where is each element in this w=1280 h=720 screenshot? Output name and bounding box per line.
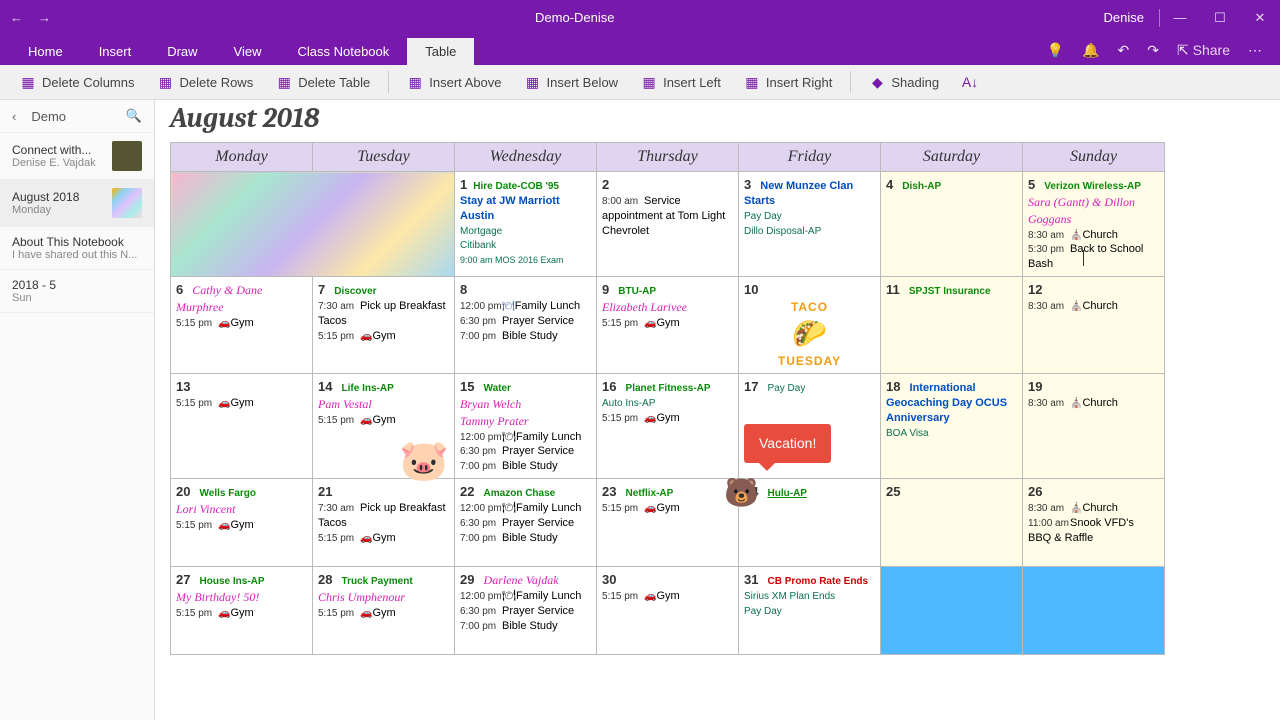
delete-table-button[interactable]: ▦Delete Table [266, 70, 380, 94]
page-content[interactable]: August 2018 Monday Tuesday Wednesday Thu… [155, 100, 1280, 720]
cell-14[interactable]: 14 Life Ins-AP Pam Vestal 5:15 pm🚗Gym 🐷 [313, 374, 455, 479]
more-button[interactable]: ⋯ [1248, 42, 1262, 59]
cell-13[interactable]: 13 5:15 pm🚗Gym [171, 374, 313, 479]
document-title: Demo-Denise [61, 10, 1089, 25]
back-arrow[interactable]: ← [10, 10, 23, 25]
cell-9[interactable]: 9 BTU-AP Elizabeth Larivee 5:15 pm🚗Gym [597, 277, 739, 374]
cell-26[interactable]: 26 8:30 am⛪Church 11:00 amSnook VFD's BB… [1023, 479, 1165, 567]
titlebar: ← → Demo-Denise Denise — ☐ ✕ [0, 0, 1280, 35]
cell-25[interactable]: 25 [881, 479, 1023, 567]
sidebar-back-icon[interactable]: ‹ [12, 109, 16, 124]
cell-3[interactable]: 3 New Munzee Clan Starts Pay Day Dillo D… [739, 172, 881, 277]
ribbon-tabs: Home Insert Draw View Class Notebook Tab… [0, 35, 1280, 65]
week-row[interactable]: 13 5:15 pm🚗Gym 14 Life Ins-AP Pam Vestal… [171, 374, 1165, 479]
calendar-table[interactable]: Monday Tuesday Wednesday Thursday Friday… [170, 142, 1165, 655]
tab-draw[interactable]: Draw [149, 38, 215, 65]
week-row[interactable]: 6 Cathy & Dane Murphree 5:15 pm🚗Gym 7 Di… [171, 277, 1165, 374]
cell-8[interactable]: 8 12:00 pm🍽Family Lunch 6:30 pmPrayer Se… [455, 277, 597, 374]
redo-button[interactable]: ↷ [1147, 42, 1159, 59]
bear-icon: 🐻 [724, 474, 759, 512]
cell-18[interactable]: 18 International Geocaching Day OCUS Ann… [881, 374, 1023, 479]
insert-right-button[interactable]: ▦Insert Right [734, 70, 842, 94]
notifications-icon[interactable]: 🔔 [1082, 42, 1099, 59]
cell-12[interactable]: 12 8:30 am⛪Church [1023, 277, 1165, 374]
cell-19[interactable]: 19 8:30 am⛪Church [1023, 374, 1165, 479]
cell-17[interactable]: 17 Pay Day Vacation! [739, 374, 881, 479]
cell-10[interactable]: 10 TACO 🌮 TUESDAY [739, 277, 881, 374]
cell-30[interactable]: 30 5:15 pm🚗Gym [597, 567, 739, 655]
cell-7[interactable]: 7 Discover 7:30 amPick up Breakfast Taco… [313, 277, 455, 374]
cell-16[interactable]: 16 Planet Fitness-AP Auto Ins-AP 5:15 pm… [597, 374, 739, 479]
cell-5[interactable]: 5 Verizon Wireless-AP Sara (Gantt) & Dil… [1023, 172, 1165, 277]
tab-table[interactable]: Table [407, 38, 474, 65]
week-row[interactable]: 1Hire Date-COB '95 Stay at JW Marriott A… [171, 172, 1165, 277]
undo-button[interactable]: ↶ [1118, 42, 1130, 59]
cell-28[interactable]: 28 Truck Payment Chris Umphenour 5:15 pm… [313, 567, 455, 655]
tab-insert[interactable]: Insert [81, 38, 150, 65]
cell-21[interactable]: 21 7:30 amPick up Breakfast Tacos 5:15 p… [313, 479, 455, 567]
page-title[interactable]: August 2018 [170, 100, 1265, 142]
col-tue: Tuesday [313, 143, 455, 172]
cell-11[interactable]: 11 SPJST Insurance [881, 277, 1023, 374]
taco-icon: 🌮 [744, 315, 875, 353]
sidebar-item-about[interactable]: About This NotebookI have shared out thi… [0, 227, 154, 270]
text-cursor [1083, 250, 1084, 266]
close-button[interactable]: ✕ [1240, 10, 1280, 26]
col-sun: Sunday [1023, 143, 1165, 172]
col-wed: Wednesday [455, 143, 597, 172]
cell-blank-sun[interactable] [1023, 567, 1165, 655]
shading-button[interactable]: ◆Shading [859, 70, 949, 94]
sidebar: ‹ Demo 🔍 Connect with...Denise E. Vajdak… [0, 100, 155, 720]
tellme-icon[interactable]: 💡 [1047, 42, 1064, 59]
insert-below-button[interactable]: ▦Insert Below [515, 70, 629, 94]
search-icon[interactable]: 🔍 [126, 108, 142, 124]
cell-2[interactable]: 2 8:00 amService appointment at Tom Ligh… [597, 172, 739, 277]
cell-blank-sat[interactable] [881, 567, 1023, 655]
toolbar: ▦Delete Columns ▦Delete Rows ▦Delete Tab… [0, 65, 1280, 100]
tab-home[interactable]: Home [10, 38, 81, 65]
cell-24[interactable]: 🐻 24 Hulu-AP [739, 479, 881, 567]
col-fri: Friday [739, 143, 881, 172]
user-label[interactable]: Denise [1089, 10, 1159, 25]
col-mon: Monday [171, 143, 313, 172]
sidebar-search-label: Demo [31, 109, 125, 124]
pig-icon: 🐷 [399, 434, 449, 488]
sort-button[interactable]: A↓ [952, 70, 988, 94]
cell-blank[interactable] [171, 172, 455, 277]
avatar-thumb [112, 141, 142, 171]
sidebar-item-august[interactable]: August 2018Monday [0, 180, 154, 227]
share-button[interactable]: ⇱ Share [1177, 42, 1230, 59]
cell-31[interactable]: 31 CB Promo Rate Ends Sirius XM Plan End… [739, 567, 881, 655]
col-sat: Saturday [881, 143, 1023, 172]
cell-23[interactable]: 23 Netflix-AP 5:15 pm🚗Gym [597, 479, 739, 567]
sidebar-item-connect[interactable]: Connect with...Denise E. Vajdak [0, 133, 154, 180]
cell-1[interactable]: 1Hire Date-COB '95 Stay at JW Marriott A… [455, 172, 597, 277]
cell-22[interactable]: 22 Amazon Chase 12:00 pm🍽Family Lunch 6:… [455, 479, 597, 567]
cell-29[interactable]: 29 Darlene Vajdak 12:00 pm🍽Family Lunch … [455, 567, 597, 655]
delete-rows-button[interactable]: ▦Delete Rows [148, 70, 264, 94]
col-thu: Thursday [597, 143, 739, 172]
week-row[interactable]: 27 House Ins-AP My Birthday! 50! 5:15 pm… [171, 567, 1165, 655]
minimize-button[interactable]: — [1160, 10, 1200, 26]
sidebar-item-2018-5[interactable]: 2018 - 5Sun [0, 270, 154, 313]
cell-15[interactable]: 15 Water Bryan Welch Tammy Prater 12:00 … [455, 374, 597, 479]
maximize-button[interactable]: ☐ [1200, 10, 1240, 26]
cell-27[interactable]: 27 House Ins-AP My Birthday! 50! 5:15 pm… [171, 567, 313, 655]
insert-above-button[interactable]: ▦Insert Above [397, 70, 511, 94]
week-row[interactable]: 20 Wells Fargo Lori Vincent 5:15 pm🚗Gym … [171, 479, 1165, 567]
tab-view[interactable]: View [216, 38, 280, 65]
delete-columns-button[interactable]: ▦Delete Columns [10, 70, 145, 94]
insert-left-button[interactable]: ▦Insert Left [631, 70, 731, 94]
cell-20[interactable]: 20 Wells Fargo Lori Vincent 5:15 pm🚗Gym [171, 479, 313, 567]
tab-classnotebook[interactable]: Class Notebook [280, 38, 408, 65]
forward-arrow[interactable]: → [38, 10, 51, 25]
cell-6[interactable]: 6 Cathy & Dane Murphree 5:15 pm🚗Gym [171, 277, 313, 374]
cell-4[interactable]: 4 Dish-AP [881, 172, 1023, 277]
page-thumb [112, 188, 142, 218]
vacation-sticker: Vacation! [744, 424, 831, 463]
